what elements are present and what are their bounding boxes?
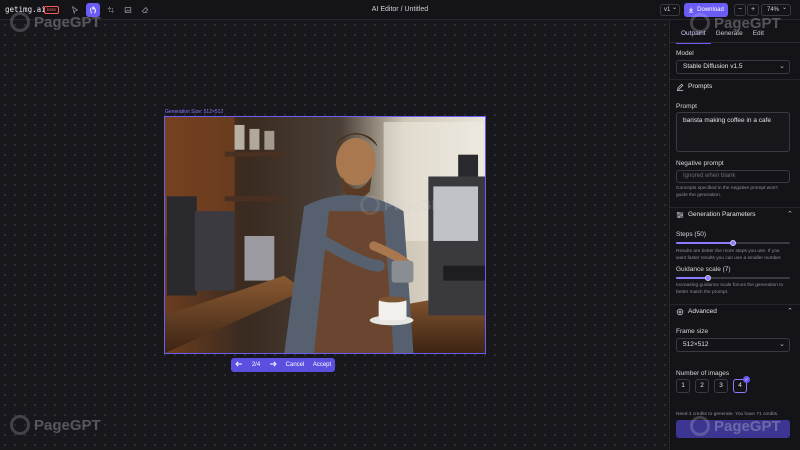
- chevron-up-icon: ⌃: [787, 211, 793, 218]
- steps-slider-handle[interactable]: [730, 240, 736, 246]
- pencil-icon: [676, 83, 684, 91]
- image-count-option[interactable]: 1: [676, 379, 690, 393]
- next-button[interactable]: [265, 361, 281, 369]
- prompt-label: Prompt: [676, 103, 697, 110]
- watermark-logo-icon: [10, 12, 30, 32]
- model-value: Stable Diffusion v1.5: [683, 63, 743, 70]
- watermark-text: PageGPT: [384, 196, 451, 214]
- generation-parameters-title: Generation Parameters: [688, 211, 756, 218]
- watermark-logo-icon: [690, 13, 710, 33]
- checkmark-icon: ✓: [743, 376, 750, 383]
- generated-image[interactable]: [164, 116, 486, 354]
- model-select[interactable]: Stable Diffusion v1.5 ⌄: [676, 60, 790, 74]
- watermark-logo-icon: [10, 415, 30, 435]
- negative-prompt-label: Negative prompt: [676, 160, 724, 167]
- steps-label: Steps (50): [676, 231, 706, 238]
- generation-size-label: Generation Size: 512×512: [165, 109, 224, 115]
- tabs-divider: [670, 42, 800, 43]
- number-of-images-label: Number of images: [676, 370, 730, 377]
- frame-size-label: Frame size: [676, 328, 709, 335]
- version-select[interactable]: v1: [660, 3, 680, 16]
- guidance-slider-handle[interactable]: [704, 275, 711, 281]
- prompts-section-title: Prompts: [688, 83, 713, 90]
- watermark-text: PageGPT: [34, 416, 101, 434]
- arrow-left-icon: [235, 361, 242, 367]
- sliders-icon: [676, 211, 684, 219]
- model-label: Model: [676, 50, 694, 57]
- image-count-option[interactable]: 3: [714, 379, 728, 393]
- image-count-option-selected[interactable]: 4 ✓: [733, 376, 750, 393]
- arrow-right-icon: [270, 361, 277, 367]
- variation-navigator: 2/4 Cancel Accept: [231, 358, 335, 372]
- top-bar: getimg.ai beta AI Editor / Untitled v1 D…: [0, 0, 800, 20]
- guidance-slider-fill: [676, 277, 708, 279]
- negative-prompt-input[interactable]: Ignored when blank: [676, 170, 790, 183]
- accept-button[interactable]: Accept: [309, 362, 335, 368]
- image-count-value: 4: [738, 382, 742, 389]
- steps-slider-fill: [676, 242, 733, 244]
- watermark: PageGPT: [690, 416, 781, 436]
- advanced-section-header[interactable]: Advanced ⌃: [670, 304, 800, 318]
- prompt-input[interactable]: barista making coffee in a cafe: [676, 112, 790, 152]
- watermark-text: PageGPT: [34, 13, 101, 31]
- number-of-images-options: 1 2 3 4 ✓: [676, 376, 750, 393]
- watermark: PageGPT: [10, 12, 101, 32]
- guidance-scale-label: Guidance scale (7): [676, 266, 731, 273]
- watermark-text: PageGPT: [714, 417, 781, 435]
- negative-prompt-hint: Concepts specified in the negative promp…: [676, 186, 778, 198]
- chevron-up-icon: ⌃: [787, 308, 793, 315]
- image-count-option[interactable]: 2: [695, 379, 709, 393]
- watermark-text: PageGPT: [714, 14, 781, 32]
- watermark-logo-icon: [360, 195, 380, 215]
- chevron-down-icon: ⌄: [779, 341, 785, 348]
- frame-size-value: 512×512: [683, 341, 709, 348]
- page-indicator: 2/4: [251, 362, 261, 368]
- settings-panel: Outpaint Generate Edit Model Stable Diff…: [669, 20, 800, 450]
- gear-icon: [676, 308, 684, 316]
- page-title: AI Editor / Untitled: [371, 6, 429, 13]
- cancel-button[interactable]: Cancel: [281, 362, 309, 368]
- steps-slider[interactable]: [676, 240, 790, 246]
- frame-size-select[interactable]: 512×512 ⌄: [676, 338, 790, 352]
- steps-hint: Results are better the more steps you us…: [676, 249, 782, 261]
- chevron-down-icon: ⌄: [779, 63, 785, 70]
- previous-button[interactable]: [231, 361, 247, 369]
- advanced-section-title: Advanced: [688, 308, 717, 315]
- watermark: PageGPT: [10, 415, 101, 435]
- watermark-logo-icon: [690, 416, 710, 436]
- watermark: PageGPT: [690, 13, 781, 33]
- watermark: PageGPT: [360, 195, 451, 215]
- generation-parameters-header[interactable]: Generation Parameters ⌃: [670, 207, 800, 221]
- guidance-scale-slider[interactable]: [676, 275, 790, 281]
- prompts-section-header[interactable]: Prompts: [670, 79, 800, 93]
- guidance-scale-hint: Increasing guidance scale forces the gen…: [676, 283, 784, 295]
